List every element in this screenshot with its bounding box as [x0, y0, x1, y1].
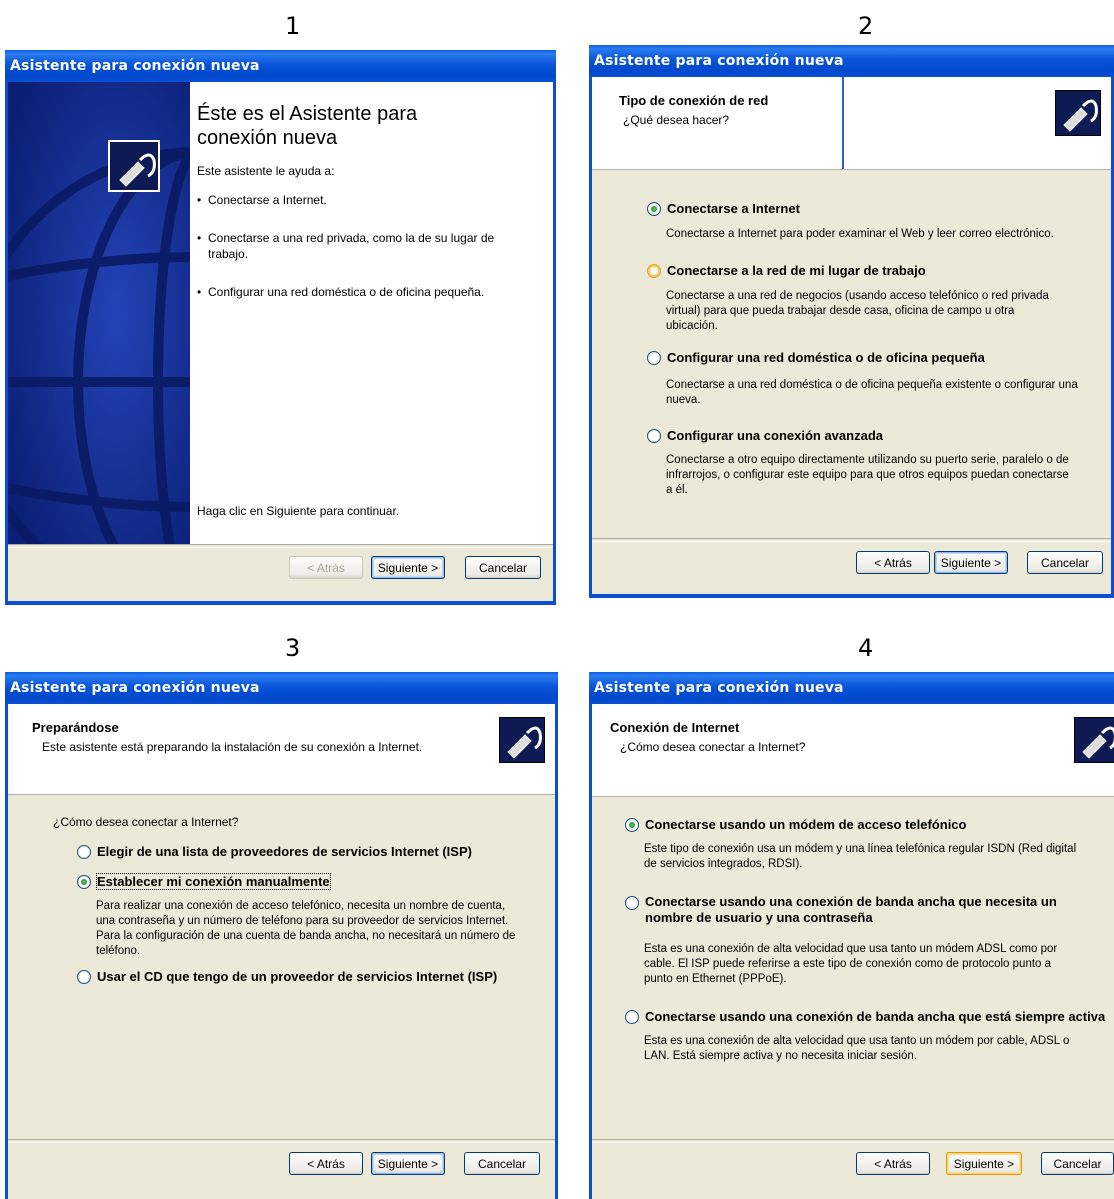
next-button[interactable]: Siguiente >	[946, 1152, 1022, 1175]
header-title: Conexión de Internet	[610, 720, 740, 735]
network-cable-icon	[1055, 90, 1101, 136]
title-bar[interactable]: Asistente para conexión nueva	[5, 672, 558, 704]
wizard-header: Preparándose Este asistente está prepara…	[8, 704, 555, 795]
wizard-window-4: Asistente para conexión nueva Conexión d…	[589, 672, 1114, 1199]
radio-icon[interactable]	[625, 896, 639, 910]
divider	[8, 544, 553, 548]
header-title: Preparándose	[32, 720, 119, 735]
option-description: Esta es una conexión de alta velocidad q…	[644, 943, 1058, 985]
title-bar[interactable]: Asistente para conexión nueva	[589, 45, 1114, 77]
panel-number-2: 2	[858, 12, 874, 40]
header-subtitle: ¿Cómo desea conectar a Internet?	[620, 740, 806, 754]
cancel-button[interactable]: Cancelar	[464, 1152, 540, 1175]
bullet-item: • Conectarse a Internet.	[197, 193, 327, 207]
wizard-window-3: Asistente para conexión nueva Preparándo…	[5, 672, 558, 1199]
next-button[interactable]: Siguiente >	[371, 1152, 445, 1175]
option-description: Este tipo de conexión usa un módem y una…	[644, 843, 1077, 870]
radio-icon[interactable]	[647, 263, 661, 278]
panel-number-1: 1	[285, 12, 301, 40]
bullet-item: • Configurar una red doméstica o de ofici…	[197, 285, 485, 299]
network-cable-icon	[499, 717, 545, 763]
welcome-heading: Éste es el Asistente para conexión nueva	[197, 103, 418, 149]
network-cable-icon	[108, 140, 160, 192]
option-broadband-login[interactable]: Conectarse usando una conexión de banda …	[625, 894, 1085, 926]
header-subtitle: Este asistente está preparando la instal…	[42, 740, 423, 754]
option-description: Conectarse a una red de negocios (usando…	[666, 290, 1049, 332]
globe-graphic	[8, 82, 190, 545]
radio-selected-icon[interactable]	[77, 874, 91, 889]
wizard-window-1: Asistente para conexión nueva Éste es el…	[5, 50, 556, 605]
next-button[interactable]: Siguiente >	[934, 551, 1008, 574]
option-home-network[interactable]: Configurar una red doméstica o de oficin…	[647, 350, 985, 365]
back-button[interactable]: < Atrás	[856, 1152, 930, 1175]
back-button[interactable]: < Atrás	[289, 1152, 363, 1175]
intro-text: Este asistente le ayuda a:	[197, 164, 335, 178]
wizard-header: Conexión de Internet ¿Cómo desea conecta…	[592, 704, 1114, 797]
globe-sidebar	[8, 82, 190, 545]
option-isp-cd[interactable]: Usar el CD que tengo de un proveedor de …	[77, 969, 497, 984]
wizard-window-2: Asistente para conexión nueva Tipo de co…	[589, 45, 1114, 598]
radio-selected-icon[interactable]	[625, 817, 639, 832]
divider	[592, 1139, 1114, 1143]
option-description: Conectarse a otro equipo directamente ut…	[666, 454, 1069, 496]
radio-icon[interactable]	[647, 428, 661, 443]
radio-icon[interactable]	[77, 844, 91, 859]
option-internet[interactable]: Conectarse a Internet	[647, 201, 800, 216]
network-cable-icon	[1074, 717, 1114, 763]
cancel-button[interactable]: Cancelar	[1027, 551, 1103, 574]
radio-selected-icon[interactable]	[647, 201, 661, 216]
title-bar[interactable]: Asistente para conexión nueva	[589, 672, 1114, 704]
continue-hint: Haga clic en Siguiente para continuar.	[197, 504, 400, 518]
option-dialup[interactable]: Conectarse usando un módem de acceso tel…	[625, 817, 966, 832]
option-advanced[interactable]: Configurar una conexión avanzada	[647, 428, 883, 443]
next-button[interactable]: Siguiente >	[371, 556, 445, 579]
option-description: Conectarse a Internet para poder examina…	[666, 228, 1054, 240]
radio-icon[interactable]	[77, 969, 91, 984]
panel-number-3: 3	[285, 634, 301, 662]
radio-icon[interactable]	[625, 1009, 639, 1024]
option-description: Para realizar una conexión de acceso tel…	[96, 900, 516, 957]
title-bar[interactable]: Asistente para conexión nueva	[5, 50, 556, 82]
bullet-item: • Conectarse a una red privada, como la d…	[197, 231, 495, 261]
wizard-header: Tipo de conexión de red ¿Qué desea hacer…	[592, 77, 1111, 170]
back-button[interactable]: < Atrás	[856, 551, 930, 574]
radio-icon[interactable]	[647, 350, 661, 365]
welcome-content: Éste es el Asistente para conexión nueva…	[190, 82, 553, 545]
option-broadband-always-on[interactable]: Conectarse usando una conexión de banda …	[625, 1009, 1105, 1024]
option-description: Conectarse a una red doméstica o de ofic…	[666, 379, 1078, 406]
divider	[592, 538, 1111, 542]
header-title: Tipo de conexión de red	[619, 93, 769, 108]
panel-number-4: 4	[858, 634, 874, 662]
back-button[interactable]: < Atrás	[289, 556, 363, 579]
cancel-button[interactable]: Cancelar	[1041, 1152, 1114, 1175]
connection-question: ¿Cómo desea conectar a Internet?	[53, 815, 239, 829]
header-subtitle: ¿Qué desea hacer?	[623, 113, 730, 127]
divider	[8, 1139, 555, 1143]
option-description: Esta es una conexión de alta velocidad q…	[644, 1035, 1070, 1062]
option-manual[interactable]: Establecer mi conexión manualmente	[77, 873, 331, 890]
option-isp-list[interactable]: Elegir de una lista de proveedores de se…	[77, 844, 472, 859]
cancel-button[interactable]: Cancelar	[465, 556, 541, 579]
option-workplace[interactable]: Conectarse a la red de mi lugar de traba…	[647, 263, 926, 278]
